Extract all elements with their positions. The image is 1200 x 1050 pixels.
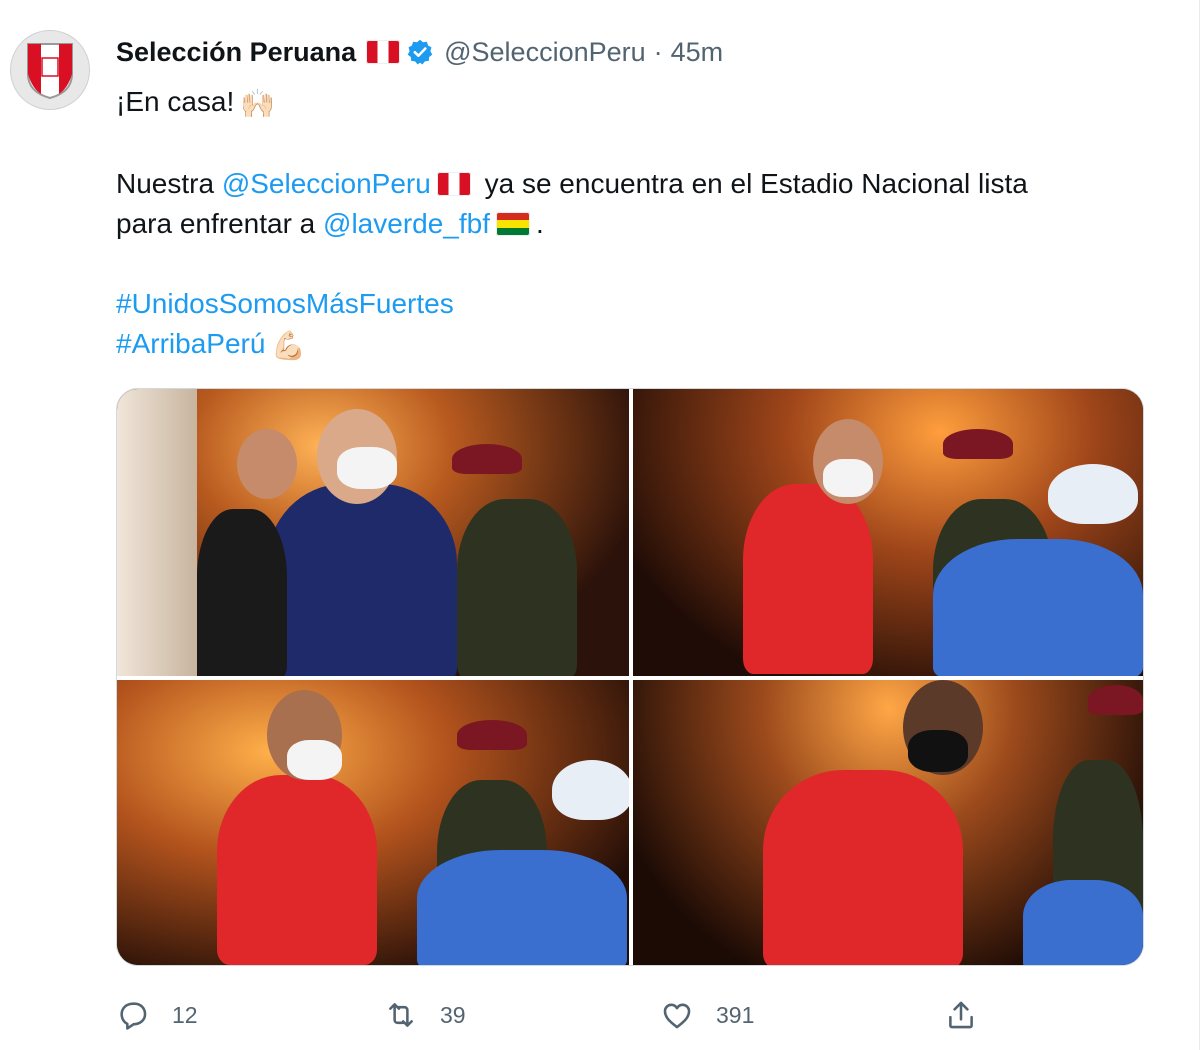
- text-segment: .: [536, 208, 544, 239]
- photo-2[interactable]: [633, 389, 1143, 676]
- headline-text: ¡En casa!: [116, 86, 235, 117]
- retweet-count: 39: [440, 1001, 466, 1028]
- reply-button[interactable]: 12: [116, 998, 198, 1032]
- separator-dot: ·: [653, 36, 663, 67]
- mention-link-laverde[interactable]: @laverde_fbf: [323, 208, 490, 239]
- like-button[interactable]: 391: [660, 998, 754, 1032]
- tweet-text: ¡En casa! 🙌🏻 Nuestra @SeleccionPeru ya se…: [116, 82, 1156, 366]
- text-segment: Nuestra: [116, 168, 222, 199]
- author-handle[interactable]: @SeleccionPeru: [444, 37, 646, 68]
- retweet-icon: [389, 1003, 413, 1027]
- author-name[interactable]: Selección Peruana: [116, 37, 356, 68]
- timestamp[interactable]: 45m: [671, 37, 724, 68]
- heart-icon: [663, 1003, 691, 1029]
- media-grid: [116, 388, 1144, 966]
- tweet-line: #UnidosSomosMásFuertes: [116, 284, 1156, 324]
- tweet-header: Selección Peruana @SeleccionPeru · 45m: [116, 30, 723, 74]
- hashtag-link-arribaperu[interactable]: #ArribaPerú: [116, 328, 265, 359]
- tweet-line: para enfrentar a @laverde_fbf.: [116, 204, 1156, 244]
- profile-avatar[interactable]: [10, 30, 90, 110]
- hashtag-link-unidos[interactable]: #UnidosSomosMásFuertes: [116, 288, 454, 319]
- tweet-actions: 12 39 391: [116, 992, 1116, 1038]
- share-icon: [949, 1001, 973, 1029]
- text-segment: ya se encuentra en el Estadio Nacional l…: [476, 168, 1028, 199]
- reply-count: 12: [172, 1001, 198, 1028]
- photo-4[interactable]: [633, 680, 1143, 965]
- tweet-card[interactable]: Selección Peruana @SeleccionPeru · 45m ¡…: [0, 0, 1200, 1050]
- photo-1[interactable]: [117, 389, 629, 676]
- tweet-line: ¡En casa! 🙌🏻: [116, 82, 1156, 124]
- tweet-line: #ArribaPerú 💪🏻: [116, 324, 1156, 366]
- photo-3[interactable]: [117, 680, 629, 965]
- flexed-biceps-emoji-icon: 💪🏻: [271, 330, 307, 361]
- tweet-line: Nuestra @SeleccionPeru ya se encuentra e…: [116, 164, 1156, 204]
- verified-badge-icon: [407, 39, 433, 65]
- peru-flag-icon: [366, 40, 401, 64]
- fpf-crest-logo: [27, 43, 73, 100]
- text-segment: para enfrentar a: [116, 208, 324, 239]
- peru-flag-icon: [436, 172, 471, 196]
- raised-hands-emoji-icon: 🙌🏻: [240, 88, 276, 119]
- mention-link-seleccionperu[interactable]: @SeleccionPeru: [222, 168, 431, 199]
- share-button[interactable]: [944, 998, 1000, 1032]
- retweet-button[interactable]: 39: [384, 998, 466, 1032]
- reply-icon: [120, 1002, 147, 1030]
- bolivia-flag-icon: [496, 212, 530, 236]
- like-count: 391: [716, 1001, 755, 1028]
